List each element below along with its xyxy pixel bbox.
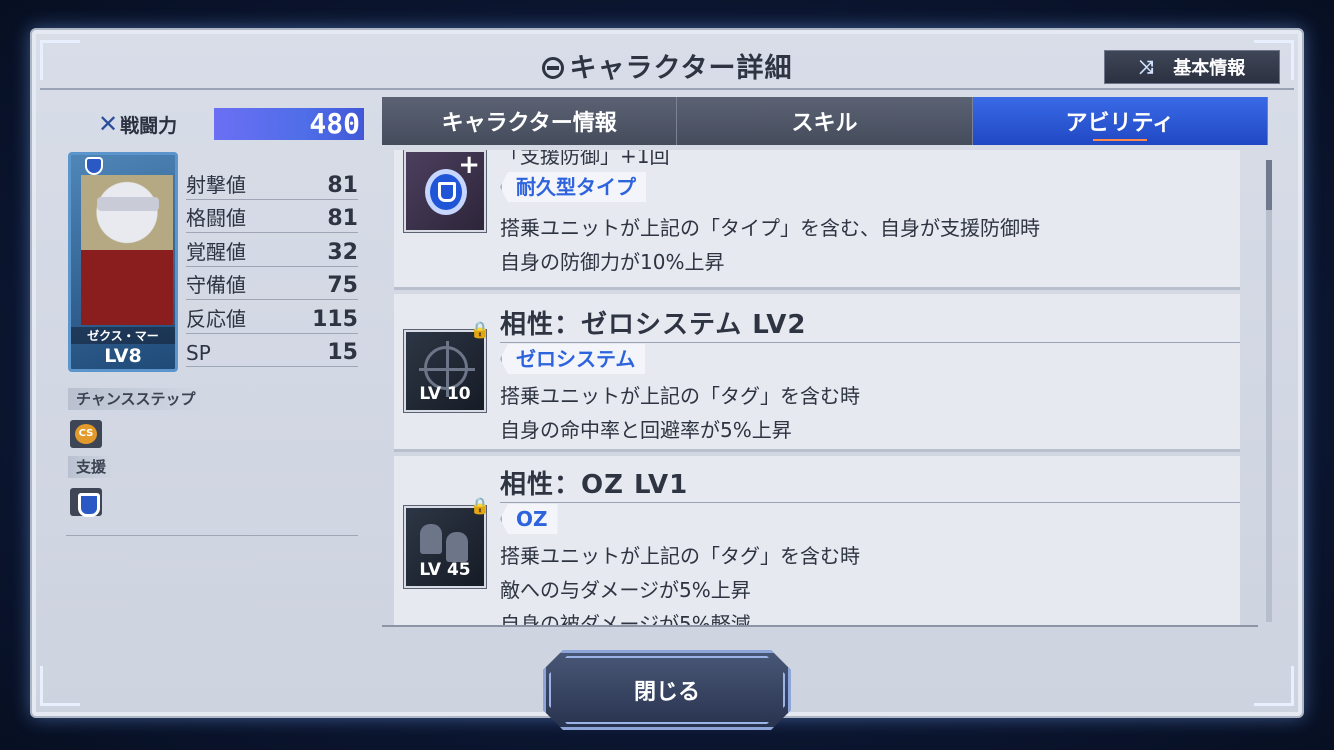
support-shield-icon — [85, 157, 103, 175]
stat-value: 15 — [327, 340, 358, 365]
ability-desc-line: 敵への与ダメージが5%上昇 — [500, 578, 751, 602]
stat-value: 75 — [327, 273, 358, 298]
ability-tag: ゼロシステム — [500, 344, 646, 374]
ability-tag: OZ — [500, 504, 558, 534]
stat-row: 格闘値 81 — [186, 200, 358, 233]
scrollbar[interactable] — [1266, 160, 1272, 622]
close-button[interactable]: 閉じる — [543, 650, 791, 730]
stat-label: SP — [186, 341, 211, 365]
frame-corner — [40, 666, 80, 706]
tab-character-info[interactable]: キャラクター情報 — [382, 97, 678, 145]
ability-item: + 「支援防御」+1回 耐久型タイプ 搭乗ユニットが上記の「タイプ」を含む、自身… — [394, 150, 1240, 290]
tab-bar: キャラクター情報 スキル アビリティ — [382, 97, 1268, 145]
stat-row: 反応値 115 — [186, 300, 358, 334]
ability-desc-line: 自身の防御力が10%上昇 — [500, 250, 725, 274]
stat-value: 115 — [312, 306, 358, 332]
ability-desc-line: 自身の被ダメージが5%軽減 — [500, 612, 751, 627]
combat-power-label: ✕ 戦闘力 — [98, 110, 177, 138]
crossed-swords-icon: ✕ — [98, 110, 119, 138]
combat-power-text: 戦闘力 — [120, 115, 178, 137]
support-defense-icon[interactable] — [70, 488, 102, 517]
combat-power-value: 480 — [214, 108, 364, 140]
stat-label: 反応値 — [186, 306, 246, 331]
stat-value: 81 — [327, 172, 358, 198]
basic-info-label: 基本情報 — [1173, 58, 1246, 79]
character-name: ゼクス・マー — [71, 327, 175, 344]
basic-info-button[interactable]: ⤨ 基本情報 — [1104, 50, 1280, 84]
helmet-icon — [541, 57, 564, 79]
ability-icon: 🔒 LV 45 — [404, 496, 490, 588]
divider — [66, 535, 358, 536]
ability-desc-line: 搭乗ユニットが上記の「タイプ」を含む、自身が支援防御時 — [500, 216, 1040, 240]
chance-step-icon[interactable] — [70, 420, 102, 448]
shuffle-icon: ⤨ — [1138, 56, 1154, 78]
stat-row: 射撃値 81 — [186, 166, 358, 200]
chance-step-label: チャンスステップ — [68, 388, 204, 410]
ability-icon: + — [404, 150, 486, 232]
tab-ability[interactable]: アビリティ — [972, 97, 1268, 145]
ability-tag: 耐久型タイプ — [500, 172, 646, 202]
page-title-text: キャラクター詳細 — [569, 53, 793, 84]
tab-skill[interactable]: スキル — [677, 97, 973, 145]
stat-row: SP 15 — [186, 334, 358, 367]
ability-item: 🔒 LV 10 相性：ゼロシステム LV2 ゼロシステム 搭乗ユニットが上記の「… — [394, 294, 1240, 452]
ability-title: 「支援防御」+1回 — [500, 150, 670, 168]
lock-icon: 🔒 — [470, 320, 490, 339]
plus-icon: + — [458, 150, 480, 180]
stat-value: 32 — [327, 239, 358, 265]
ability-unlock-level: LV 45 — [419, 560, 471, 580]
lock-icon: 🔒 — [470, 496, 490, 515]
ability-desc-line: 自身の命中率と回避率が5%上昇 — [500, 418, 792, 442]
ability-desc-line: 搭乗ユニットが上記の「タグ」を含む時 — [500, 544, 860, 568]
ability-title: 相性：ゼロシステム LV2 — [500, 304, 1240, 343]
support-label: 支援 — [68, 456, 115, 478]
shield-icon — [430, 174, 462, 210]
stat-value: 81 — [327, 206, 358, 231]
stat-row: 覚醒値 32 — [186, 233, 358, 267]
ability-list[interactable]: + 「支援防御」+1回 耐久型タイプ 搭乗ユニットが上記の「タイプ」を含む、自身… — [382, 150, 1258, 627]
ability-desc-line: 搭乗ユニットが上記の「タグ」を含む時 — [500, 384, 860, 408]
ability-icon: 🔒 LV 10 — [404, 320, 490, 412]
stat-label: 格闘値 — [186, 206, 246, 230]
character-card[interactable]: ゼクス・マー LV8 — [68, 152, 178, 372]
ability-title: 相性：OZ LV1 — [500, 464, 1240, 503]
stat-label: 覚醒値 — [186, 239, 246, 264]
stat-label: 射撃値 — [186, 172, 246, 197]
ability-unlock-level: LV 10 — [419, 384, 471, 404]
stats-table: 射撃値 81 格闘値 81 覚醒値 32 守備値 75 反応値 115 SP 15 — [186, 166, 358, 367]
stat-label: 守備値 — [186, 273, 246, 297]
frame-corner — [1254, 666, 1294, 706]
pilots-icon — [420, 518, 474, 562]
character-level: LV8 — [104, 345, 142, 367]
character-mask — [97, 197, 159, 211]
scrollbar-thumb[interactable] — [1266, 160, 1272, 210]
stat-row: 守備値 75 — [186, 267, 358, 300]
ability-item: 🔒 LV 45 相性：OZ LV1 OZ 搭乗ユニットが上記の「タグ」を含む時 … — [394, 456, 1240, 627]
title-bar: キャラクター詳細 ⤨ 基本情報 — [40, 40, 1294, 90]
